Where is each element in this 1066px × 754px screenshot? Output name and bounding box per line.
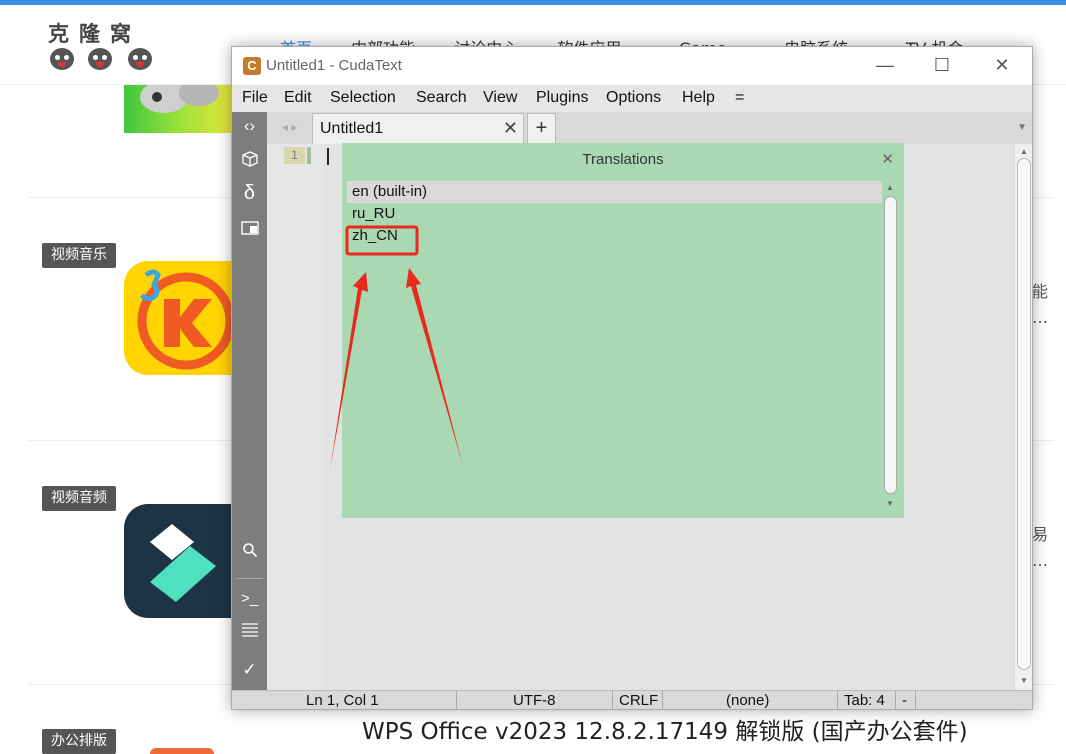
code-tree-icon[interactable]: ‹› — [232, 116, 267, 136]
status-divider — [837, 691, 838, 709]
site-logo[interactable]: 克隆窝 — [48, 18, 158, 78]
scroll-up-icon[interactable]: ▲ — [886, 183, 894, 192]
menu-view[interactable]: View — [483, 89, 517, 107]
translations-list: en (built-in) ru_RU zh_CN ▲ ▼ — [347, 181, 899, 511]
new-tab-button[interactable]: + — [527, 113, 556, 144]
status-divider — [456, 691, 457, 709]
tab-untitled1[interactable]: Untitled1 ✕ — [312, 113, 524, 144]
truncated-text: … — [1032, 551, 1048, 570]
truncated-text: 易 — [1032, 525, 1049, 544]
site-logo-text: 克隆窝 — [48, 21, 141, 46]
status-position[interactable]: Ln 1, Col 1 — [306, 692, 379, 709]
tab-menu-chevron-icon[interactable]: ▼ — [1017, 122, 1027, 133]
scrollbar-thumb[interactable] — [884, 196, 897, 494]
search-icon[interactable] — [232, 542, 267, 563]
dialog-title: Translations — [582, 151, 664, 168]
snippets-delta-icon[interactable]: δ — [232, 182, 267, 205]
cudatext-app-icon: C — [243, 57, 261, 75]
app-icon-filmora[interactable] — [124, 504, 234, 618]
menu-selection[interactable]: Selection — [330, 89, 396, 107]
status-encoding[interactable]: UTF-8 — [513, 692, 556, 709]
status-divider — [662, 691, 663, 709]
truncated-text: 能 — [1032, 282, 1049, 301]
app-icon-office[interactable] — [150, 748, 214, 754]
output-list-icon[interactable] — [232, 622, 267, 642]
title-bar[interactable]: C Untitled1 - CudaText — ☐ ✕ — [232, 47, 1032, 85]
menu-plugins[interactable]: Plugins — [536, 89, 588, 107]
cudatext-window: C Untitled1 - CudaText — ☐ ✕ File Edit S… — [231, 46, 1033, 710]
status-divider — [612, 691, 613, 709]
status-divider — [915, 691, 916, 709]
status-divider — [895, 691, 896, 709]
category-tag[interactable]: 视频音频 — [42, 486, 116, 511]
menu-help[interactable]: Help — [682, 89, 715, 107]
status-line-ending[interactable]: CRLF — [619, 692, 658, 709]
side-toolbar: ‹› δ >_ ✓ — [232, 112, 267, 690]
scroll-down-icon[interactable]: ▼ — [1020, 676, 1028, 685]
validate-check-icon[interactable]: ✓ — [232, 660, 267, 680]
line-number: 1 — [284, 147, 305, 164]
minimize-icon[interactable]: — — [875, 55, 895, 75]
category-tag[interactable]: 办公排版 — [42, 729, 116, 754]
close-icon[interactable]: ✕ — [992, 55, 1012, 75]
maximize-icon[interactable]: ☐ — [932, 55, 952, 75]
modified-line-marker — [307, 147, 311, 164]
article-title[interactable]: WPS Office v2023 12.8.2.17149 解锁版 (国产办公套… — [362, 712, 968, 746]
truncated-text: … — [1032, 308, 1048, 327]
project-box-icon[interactable] — [232, 150, 267, 173]
category-tag[interactable]: 视频音乐 — [42, 243, 116, 268]
menu-search[interactable]: Search — [416, 89, 467, 107]
status-extra: - — [902, 692, 907, 709]
list-item-en[interactable]: en (built-in) — [347, 181, 882, 203]
status-bar: Ln 1, Col 1 UTF-8 CRLF (none) Tab: 4 - — [232, 690, 1032, 709]
app-icon-kmusic[interactable] — [124, 261, 234, 375]
logo-face-icon — [128, 48, 152, 70]
menu-options[interactable]: Options — [606, 89, 661, 107]
menu-edit[interactable]: Edit — [284, 89, 312, 107]
list-scrollbar[interactable]: ▲ ▼ — [882, 181, 899, 511]
scrollbar-thumb[interactable] — [1017, 158, 1031, 670]
dialog-close-icon[interactable]: ✕ — [881, 150, 894, 168]
line-gutter: 1 — [267, 144, 324, 690]
tabs-panel-icon[interactable] — [232, 220, 267, 241]
status-lexer[interactable]: (none) — [726, 692, 769, 709]
window-title: Untitled1 - CudaText — [266, 57, 402, 74]
translations-dialog: Translations ✕ en (built-in) ru_RU zh_CN… — [342, 143, 904, 518]
list-item-zh[interactable]: zh_CN — [347, 225, 882, 247]
list-item-ru[interactable]: ru_RU — [347, 203, 882, 225]
scroll-up-icon[interactable]: ▲ — [1020, 147, 1028, 156]
scroll-down-icon[interactable]: ▼ — [886, 499, 894, 508]
sidebar-divider — [236, 578, 263, 579]
editor-vertical-scrollbar[interactable]: ▲ ▼ — [1014, 144, 1032, 690]
status-tab-size[interactable]: Tab: 4 — [844, 692, 885, 709]
menu-bar: File Edit Selection Search View Plugins … — [232, 85, 1032, 112]
logo-face-icon — [50, 48, 74, 70]
menu-hamburger[interactable]: = — [735, 89, 744, 107]
app-thumbnail-1[interactable] — [124, 85, 234, 133]
logo-face-icon — [88, 48, 112, 70]
text-caret — [327, 148, 329, 165]
tab-close-icon[interactable]: ✕ — [503, 118, 518, 139]
tab-label: Untitled1 — [320, 120, 384, 137]
tab-scroll-arrows-icon[interactable]: ◂ ▸ — [282, 120, 297, 134]
console-icon[interactable]: >_ — [232, 590, 267, 607]
menu-file[interactable]: File — [242, 89, 268, 107]
tab-bar: ◂ ▸ Untitled1 ✕ + ▼ — [267, 112, 1032, 144]
